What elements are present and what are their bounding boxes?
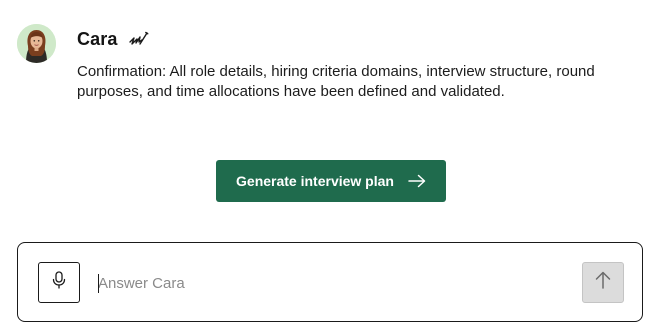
avatar-portrait (17, 24, 56, 63)
answer-input[interactable] (98, 271, 558, 295)
generate-interview-plan-button[interactable]: Generate interview plan (216, 160, 446, 202)
avatar (17, 24, 56, 63)
text-caret (98, 274, 99, 293)
send-button[interactable] (582, 262, 624, 303)
message-text: Confirmation: All role details, hiring c… (77, 63, 595, 100)
sender-row: Cara (77, 28, 149, 50)
answer-composer (17, 242, 643, 322)
arrow-right-icon (408, 174, 426, 188)
generate-interview-plan-label: Generate interview plan (236, 173, 394, 189)
microphone-icon (52, 271, 66, 294)
signature-icon (129, 31, 149, 47)
microphone-button[interactable] (38, 262, 80, 303)
sender-name: Cara (77, 28, 118, 49)
arrow-up-icon (595, 271, 611, 294)
